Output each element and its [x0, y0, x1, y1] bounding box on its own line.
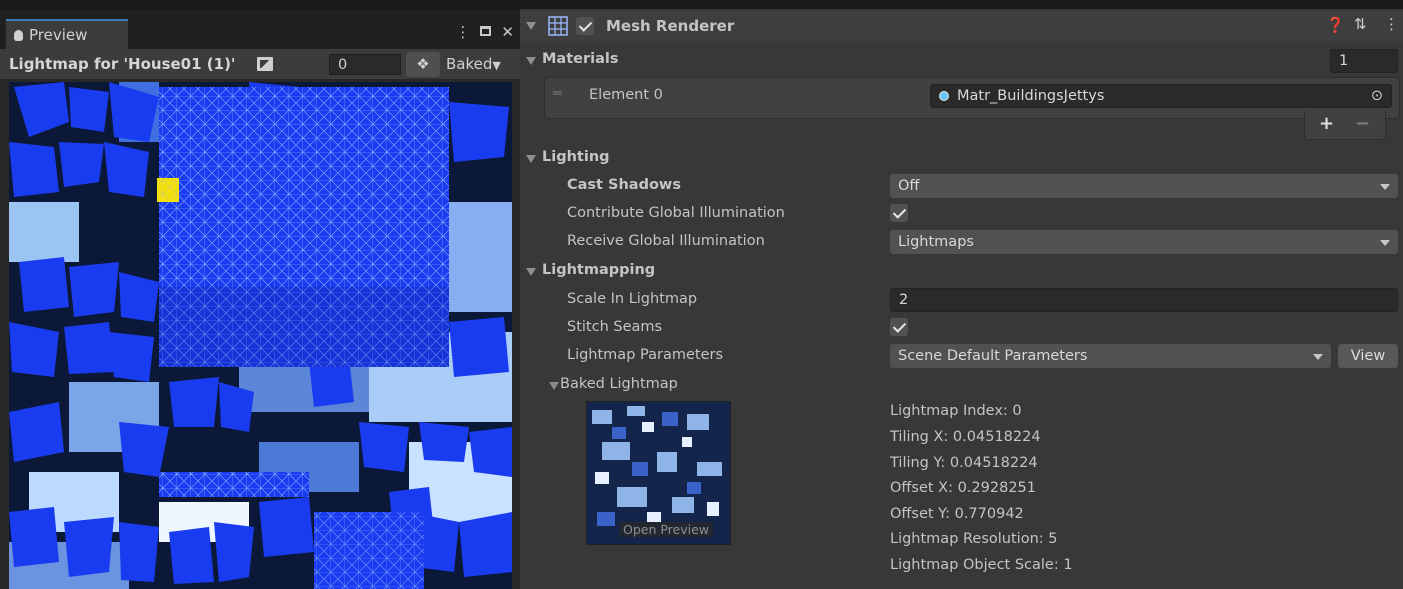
add-element-button[interactable]: + — [1319, 113, 1334, 134]
kebab-menu-icon[interactable]: ⋮ — [1384, 15, 1399, 33]
help-icon[interactable]: ❓ — [1326, 16, 1345, 34]
lighting-foldout[interactable]: Lighting — [520, 144, 1403, 172]
lightmapping-foldout[interactable]: Lightmapping — [520, 257, 1403, 285]
component-header[interactable]: Mesh Renderer ❓ ⇅ ⋮ — [520, 11, 1403, 41]
stitch-seams-checkbox[interactable] — [890, 318, 908, 336]
lightmap-resolution-text: Lightmap Resolution: 5 — [890, 531, 1058, 547]
scale-in-lightmap-row: Scale In Lightmap 2 — [520, 286, 1403, 314]
materials-list: ═ Element 0 Matr_BuildingsJettys ⊙ — [544, 77, 1400, 119]
material-sphere-icon — [939, 91, 949, 101]
component-enabled-checkbox[interactable] — [576, 17, 594, 35]
drag-handle-icon[interactable]: ═ — [553, 86, 562, 102]
preview-title: Lightmap for 'House01 (1)' — [9, 55, 236, 73]
lightmapping-header: Lightmapping — [542, 262, 656, 278]
tab-preview[interactable]: Preview — [6, 19, 128, 49]
stitch-seams-row: Stitch Seams — [520, 314, 1403, 342]
kebab-menu-icon[interactable]: ⋮ — [455, 23, 470, 41]
lightmap-parameters-row: Lightmap Parameters Scene Default Parame… — [520, 342, 1403, 370]
stitch-seams-label: Stitch Seams — [567, 319, 663, 335]
lightmap-parameters-label: Lightmap Parameters — [567, 347, 724, 363]
close-icon[interactable]: ✕ — [501, 23, 514, 41]
lightmap-object-scale-text: Lightmap Object Scale: 1 — [890, 557, 1073, 573]
materials-size-field[interactable]: 1 — [1330, 49, 1398, 73]
inspector-panel: Mesh Renderer ❓ ⇅ ⋮ Materials 1 ═ Elemen… — [520, 9, 1403, 589]
mesh-renderer-icon — [548, 16, 568, 36]
open-preview-button[interactable]: Open Preview — [619, 522, 714, 537]
contribute-gi-row: Contribute Global Illumination — [520, 200, 1403, 228]
foldout-arrow-icon[interactable] — [526, 155, 536, 163]
preview-toolbar: Lightmap for 'House01 (1)' 0 ❖ Baked▼ — [0, 49, 520, 79]
offset-x-text: Offset X: 0.2928251 — [890, 480, 1037, 496]
lightmap-thumbnail[interactable]: Open Preview — [586, 401, 731, 545]
tab-preview-label: Preview — [29, 26, 88, 44]
material-object-field[interactable]: Matr_BuildingsJettys ⊙ — [930, 84, 1392, 108]
cast-shadows-row: Cast Shadows Off — [520, 172, 1403, 200]
cast-shadows-label: Cast Shadows — [567, 177, 681, 193]
layers-icon[interactable]: ❖ — [406, 52, 440, 77]
list-add-remove: + − — [1304, 111, 1386, 140]
contribute-gi-checkbox[interactable] — [890, 204, 908, 222]
lightmap-atlas-graphic — [9, 82, 512, 589]
image-icon[interactable] — [257, 57, 273, 71]
foldout-arrow-icon[interactable] — [549, 382, 559, 390]
baked-mode-dropdown[interactable]: Baked▼ — [446, 55, 501, 73]
remove-element-button[interactable]: − — [1355, 113, 1370, 134]
foldout-arrow-icon[interactable] — [526, 22, 536, 30]
view-button[interactable]: View — [1338, 344, 1398, 368]
preview-tab-strip: Preview ⋮ ✕ — [0, 9, 520, 49]
element-0-label: Element 0 — [589, 87, 663, 103]
tiling-x-text: Tiling X: 0.04518224 — [890, 429, 1041, 445]
tiling-y-text: Tiling Y: 0.04518224 — [890, 455, 1038, 471]
lightmap-index-field[interactable]: 0 — [329, 54, 401, 75]
baked-mode-label: Baked — [446, 55, 493, 73]
contribute-gi-label: Contribute Global Illumination — [567, 205, 785, 221]
presets-icon[interactable]: ⇅ — [1354, 15, 1367, 33]
baked-lightmap-header: Baked Lightmap — [560, 376, 678, 392]
material-name: Matr_BuildingsJettys — [957, 88, 1105, 104]
cast-shadows-dropdown[interactable]: Off — [890, 174, 1398, 198]
materials-header: Materials — [542, 51, 619, 67]
foldout-arrow-icon[interactable] — [526, 57, 536, 65]
window-buttons: ⋮ ✕ — [455, 23, 514, 41]
lightmap-preview-image[interactable] — [9, 82, 512, 589]
component-title: Mesh Renderer — [606, 17, 735, 35]
lightmap-index-text: Lightmap Index: 0 — [890, 403, 1022, 419]
maximize-icon[interactable] — [480, 26, 492, 36]
receive-gi-row: Receive Global Illumination Lightmaps — [520, 228, 1403, 256]
lighting-header: Lighting — [542, 149, 610, 165]
preview-panel: Preview ⋮ ✕ Lightmap for 'House01 (1)' 0… — [0, 9, 520, 589]
chevron-down-icon: ▼ — [492, 59, 501, 72]
lightmap-parameters-dropdown[interactable]: Scene Default Parameters — [890, 344, 1331, 368]
baked-lightmap-foldout[interactable]: Baked Lightmap — [520, 371, 1403, 399]
materials-foldout[interactable]: Materials 1 — [520, 47, 1403, 75]
foldout-arrow-icon[interactable] — [526, 268, 536, 276]
lightbulb-icon — [14, 29, 23, 41]
receive-gi-label: Receive Global Illumination — [567, 233, 765, 249]
object-picker-icon[interactable]: ⊙ — [1371, 85, 1383, 107]
offset-y-text: Offset Y: 0.770942 — [890, 506, 1024, 522]
receive-gi-dropdown[interactable]: Lightmaps — [890, 230, 1398, 254]
scale-in-lightmap-field[interactable]: 2 — [890, 288, 1398, 312]
scale-in-lightmap-label: Scale In Lightmap — [567, 291, 698, 307]
window-top-edge — [0, 0, 1403, 9]
